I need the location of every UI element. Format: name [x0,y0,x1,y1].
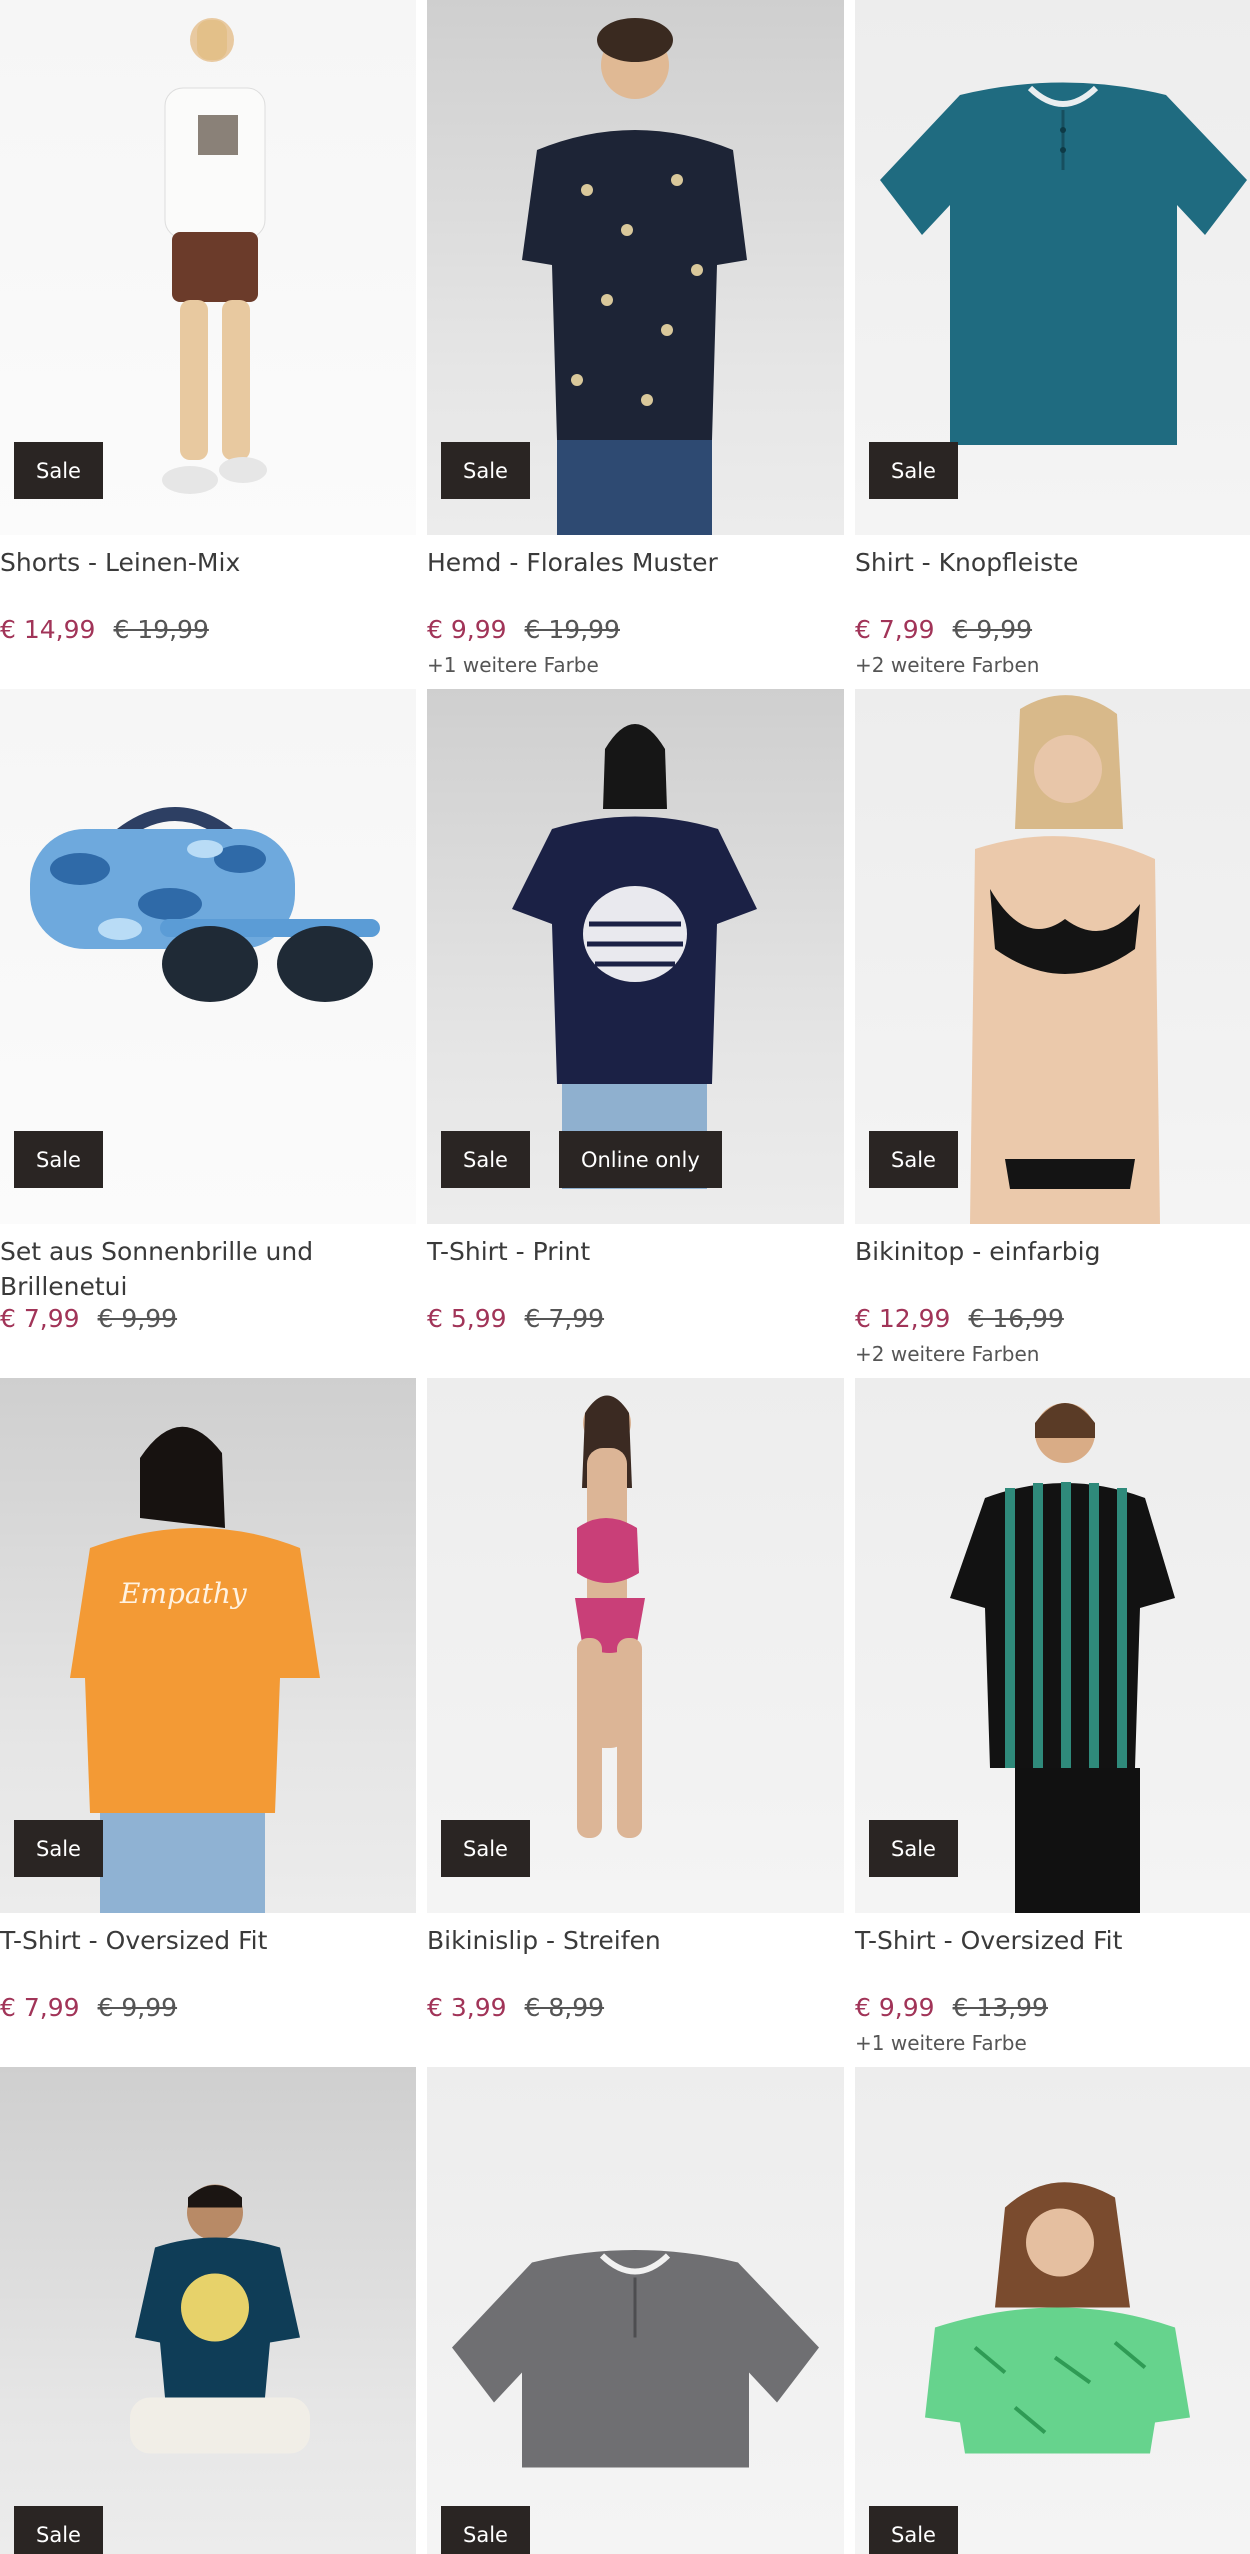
product-image[interactable]: Sale [855,0,1250,535]
sale-badge: Sale [14,442,103,499]
original-price: € 9,99 [97,1304,178,1333]
product-card[interactable]: Sale Online only T-Shirt - Print € 5,99 … [427,689,844,1378]
sale-badge: Sale [441,442,530,499]
product-card[interactable]: Sale [427,2067,844,2554]
product-card[interactable]: Sale Bikinitop - einfarbig € 12,99 € 16,… [855,689,1250,1378]
product-image[interactable]: Sale [855,689,1250,1224]
original-price: € 7,99 [524,1304,605,1333]
sale-badge: Sale [14,1820,103,1877]
product-title[interactable]: T-Shirt - Print [427,1234,844,1304]
product-image[interactable]: Sale [427,2067,844,2554]
product-card[interactable]: Sale Shorts - Leinen-Mix € 14,99 € 19,99 [0,0,416,689]
sale-price: € 7,99 [0,1993,80,2022]
svg-text:Empathy: Empathy [119,1577,248,1610]
sale-price: € 3,99 [427,1993,507,2022]
product-card[interactable]: Sale T-Shirt - Oversized Fit € 9,99 € 13… [855,1378,1250,2067]
product-image[interactable]: Sale [427,1378,844,1913]
product-title[interactable]: T-Shirt - Oversized Fit [0,1923,416,1993]
product-title[interactable]: Shorts - Leinen-Mix [0,545,416,615]
product-card[interactable]: Empathy Sale T-Shirt - Oversized Fit € 7… [0,1378,416,2067]
product-card[interactable]: Sale [0,2067,416,2554]
product-title[interactable]: T-Shirt - Oversized Fit [855,1923,1250,1993]
product-image[interactable]: Sale [855,1378,1250,1913]
product-image[interactable]: Sale [0,0,416,535]
sale-badge: Sale [14,1131,103,1188]
sale-badge: Sale [869,442,958,499]
product-title[interactable]: Shirt - Knopfleiste [855,545,1250,615]
sale-badge: Sale [14,2506,103,2554]
product-image[interactable]: Empathy Sale [0,1378,416,1913]
original-price: € 19,99 [113,615,209,644]
more-colors: +2 weitere Farben [855,1342,1040,1366]
sale-badge: Sale [869,1820,958,1877]
sale-badge: Sale [869,1131,958,1188]
product-card[interactable]: Sale Shirt - Knopfleiste € 7,99 € 9,99 +… [855,0,1250,689]
original-price: € 8,99 [524,1993,605,2022]
sale-price: € 14,99 [0,615,96,644]
sale-badge: Sale [441,2506,530,2554]
product-image[interactable]: Sale [0,2067,416,2554]
product-title[interactable]: Bikinislip - Streifen [427,1923,844,1993]
sale-price: € 9,99 [855,1993,935,2022]
original-price: € 9,99 [952,615,1033,644]
sale-badge: Sale [441,1131,530,1188]
sale-price: € 12,99 [855,1304,951,1333]
sale-badge: Sale [869,2506,958,2554]
more-colors: +1 weitere Farbe [855,2031,1027,2055]
product-title[interactable]: Hemd - Florales Muster [427,545,844,615]
sale-price: € 9,99 [427,615,507,644]
original-price: € 9,99 [97,1993,178,2022]
more-colors: +1 weitere Farbe [427,653,599,677]
product-card[interactable]: Sale Hemd - Florales Muster € 9,99 € 19,… [427,0,844,689]
sale-badge: Sale [441,1820,530,1877]
product-image[interactable]: Sale [427,0,844,535]
original-price: € 13,99 [952,1993,1048,2022]
sale-price: € 5,99 [427,1304,507,1333]
sale-price: € 7,99 [855,615,935,644]
product-card[interactable]: Sale [855,2067,1250,2554]
original-price: € 19,99 [524,615,620,644]
product-card[interactable]: Sale Set aus Sonnenbrille und Brillenetu… [0,689,416,1378]
more-colors: +2 weitere Farben [855,653,1040,677]
product-image[interactable]: Sale [855,2067,1250,2554]
product-grid: Sale Shorts - Leinen-Mix € 14,99 € 19,99… [0,0,1250,2554]
original-price: € 16,99 [968,1304,1064,1333]
product-card[interactable]: Sale Bikinislip - Streifen € 3,99 € 8,99 [427,1378,844,2067]
product-title[interactable]: Bikinitop - einfarbig [855,1234,1250,1304]
product-title[interactable]: Set aus Sonnenbrille und Brillenetui [0,1234,416,1304]
sale-price: € 7,99 [0,1304,80,1333]
product-image[interactable]: Sale [0,689,416,1224]
product-image[interactable]: Sale Online only [427,689,844,1224]
online-only-badge: Online only [558,1131,722,1188]
